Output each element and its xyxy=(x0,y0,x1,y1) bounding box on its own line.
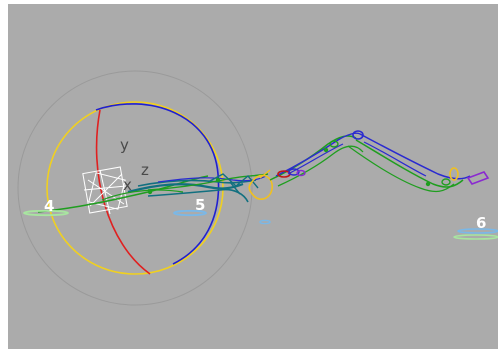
marker-4[interactable]: 4 xyxy=(23,197,69,217)
rig-spline-blue-5[interactable] xyxy=(363,141,427,177)
marker-6-pad-green xyxy=(453,234,498,240)
marker-6[interactable]: 6 xyxy=(453,214,498,240)
rig-spline-blue-4[interactable] xyxy=(359,133,471,180)
character-rig[interactable] xyxy=(37,130,490,213)
rig-spline-green-6[interactable] xyxy=(347,145,455,193)
axis-label-z: z xyxy=(141,161,149,179)
scene-canvas[interactable]: y z x 4 5 6 xyxy=(8,4,498,349)
axis-label-y: y xyxy=(120,136,129,154)
marker-6-label: 6 xyxy=(476,214,486,232)
rig-joint-dot-3[interactable] xyxy=(323,147,329,153)
marker-4-label: 4 xyxy=(44,197,54,215)
rig-spline-green-5[interactable] xyxy=(355,139,464,188)
rig-end-bone-purple[interactable] xyxy=(466,171,490,185)
marker-5-label: 5 xyxy=(195,196,205,214)
3d-viewport[interactable]: y z x 4 5 6 xyxy=(8,4,498,349)
marker-5[interactable]: 5 xyxy=(173,196,207,217)
ground-markers[interactable]: 4 5 6 xyxy=(23,196,498,240)
rig-joint-dot-2[interactable] xyxy=(215,177,221,183)
rig-joint-dot-1[interactable] xyxy=(147,189,153,195)
rig-spline-green-3[interactable] xyxy=(269,135,357,181)
small-blue-pad xyxy=(259,219,271,225)
rig-ik-loop-orange[interactable] xyxy=(248,174,273,200)
rig-joint-dot-4[interactable] xyxy=(425,181,431,187)
rig-spline-blue-2[interactable] xyxy=(275,132,361,177)
rig-spline-green-4[interactable] xyxy=(277,145,364,187)
rig-joint-green-end[interactable] xyxy=(441,178,451,186)
